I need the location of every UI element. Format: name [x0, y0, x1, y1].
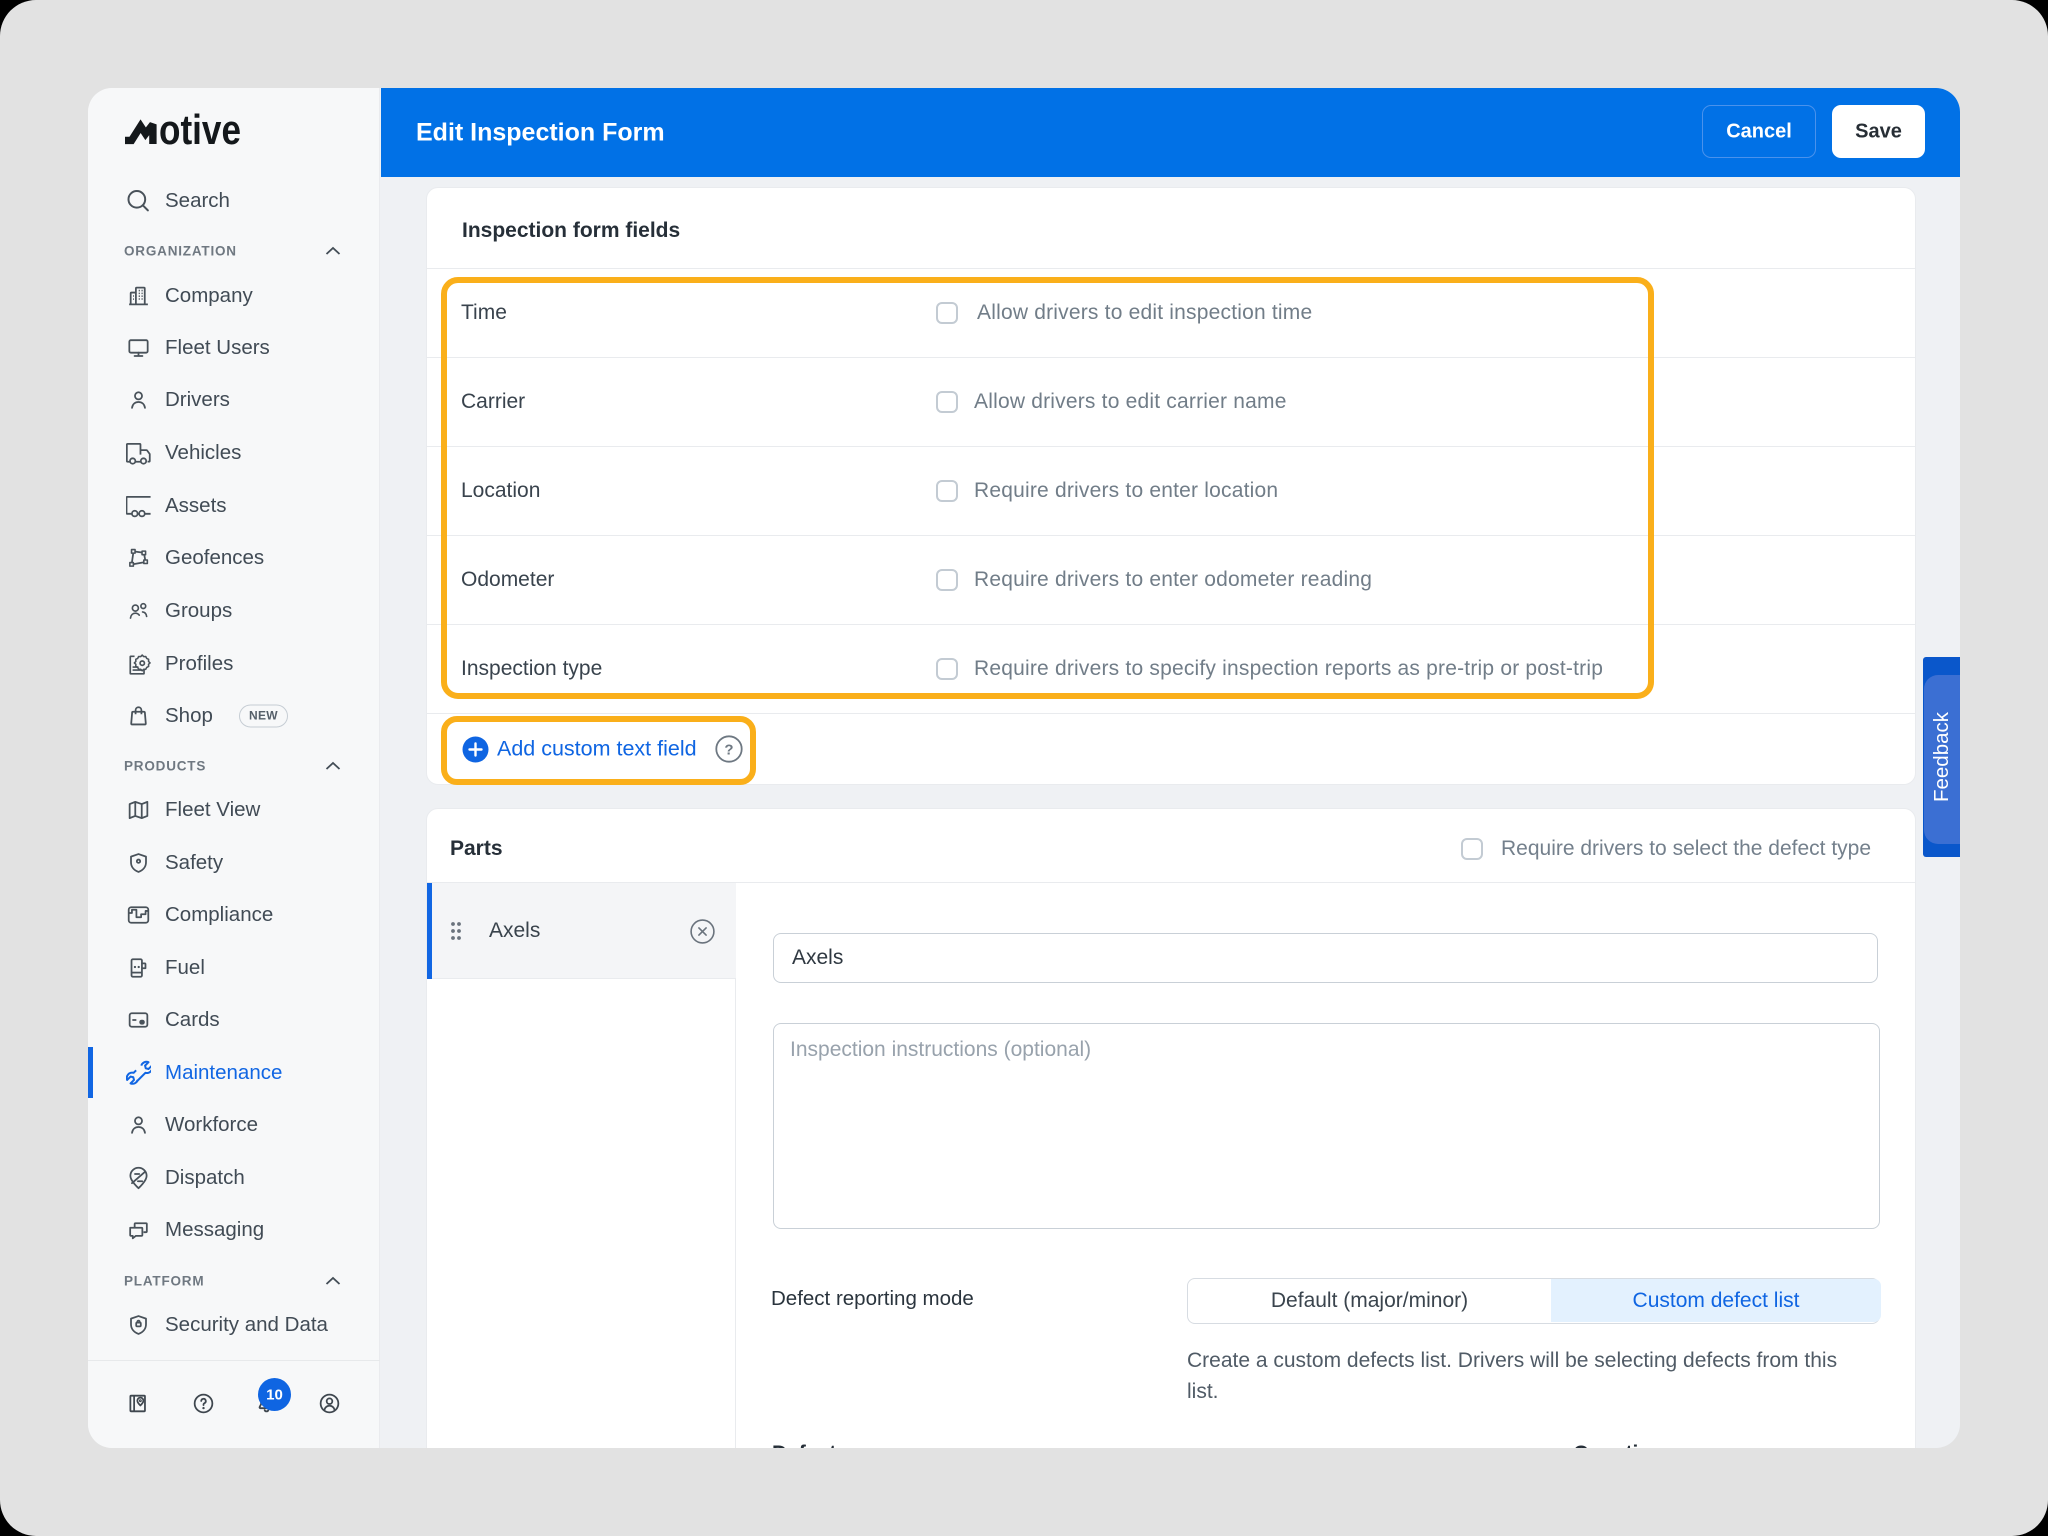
svg-text:otive: otive [159, 113, 241, 147]
